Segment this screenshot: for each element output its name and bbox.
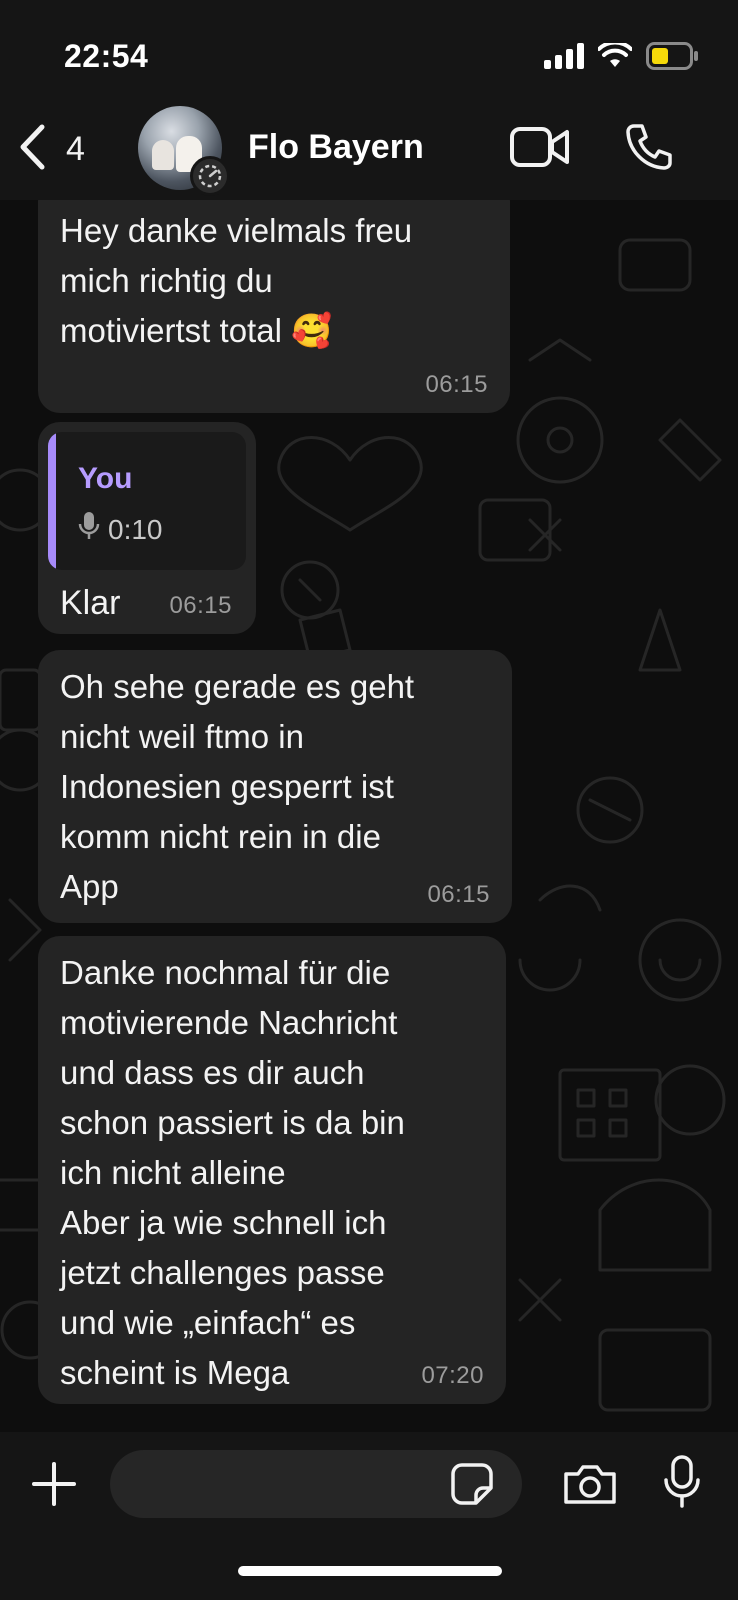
sticker-button[interactable] bbox=[450, 1462, 494, 1511]
wifi-icon bbox=[597, 40, 633, 74]
status-bar: 22:54 bbox=[0, 0, 738, 110]
quote-author: You bbox=[78, 462, 133, 495]
video-call-icon bbox=[510, 127, 570, 172]
message-text: Oh sehe gerade es geht nicht weil ftmo i… bbox=[60, 668, 415, 905]
message-time: 06:15 bbox=[425, 371, 488, 398]
microphone-icon bbox=[78, 510, 100, 549]
message-bubble[interactable]: Oh sehe gerade es geht nicht weil ftmo i… bbox=[38, 650, 512, 923]
plus-icon bbox=[30, 1462, 78, 1512]
status-icons bbox=[544, 40, 698, 75]
message-time: 06:15 bbox=[427, 881, 490, 908]
camera-button[interactable] bbox=[562, 1462, 618, 1511]
message-text: Danke nochmal für die motivierende Nachr… bbox=[60, 954, 405, 1391]
status-time: 22:54 bbox=[64, 38, 149, 74]
message-time: 07:20 bbox=[421, 1362, 484, 1389]
message-list[interactable]: Hey danke vielmals freu mich richtig du … bbox=[0, 200, 738, 1432]
video-call-button[interactable] bbox=[510, 126, 570, 173]
back-chevron-icon bbox=[18, 124, 46, 175]
attach-button[interactable] bbox=[30, 1460, 78, 1513]
message-text: Klar bbox=[60, 584, 121, 622]
avatar-figure bbox=[152, 140, 174, 170]
status-ring-icon bbox=[190, 156, 230, 196]
microphone-icon bbox=[662, 1455, 702, 1514]
chat-header: 4 Flo Bayern bbox=[0, 100, 738, 200]
message-bubble[interactable]: You 0:10 Klar 06:15 bbox=[38, 422, 256, 634]
unread-count: 4 bbox=[66, 130, 85, 168]
quoted-voice-message[interactable]: You 0:10 bbox=[48, 432, 246, 570]
phone-call-icon bbox=[624, 124, 674, 176]
back-button[interactable]: 4 bbox=[18, 124, 85, 175]
battery-low-icon bbox=[646, 42, 698, 75]
message-bubble[interactable]: Danke nochmal für die motivierende Nachr… bbox=[38, 936, 506, 1404]
message-bubble[interactable]: Hey danke vielmals freu mich richtig du … bbox=[38, 200, 510, 413]
message-time: 06:15 bbox=[169, 592, 232, 619]
sticker-icon bbox=[450, 1463, 494, 1510]
contact-name[interactable]: Flo Bayern bbox=[248, 128, 424, 167]
signal-icon bbox=[544, 43, 584, 74]
message-text: Hey danke vielmals freu mich richtig du … bbox=[60, 212, 413, 349]
quote-duration-row: 0:10 bbox=[78, 510, 246, 549]
voice-call-button[interactable] bbox=[624, 122, 674, 177]
quote-duration: 0:10 bbox=[108, 513, 163, 545]
composer-bar bbox=[0, 1432, 738, 1600]
camera-icon bbox=[562, 1465, 618, 1510]
quote-accent-bar bbox=[48, 432, 56, 570]
microphone-button[interactable] bbox=[662, 1454, 702, 1515]
home-indicator[interactable] bbox=[238, 1566, 502, 1576]
